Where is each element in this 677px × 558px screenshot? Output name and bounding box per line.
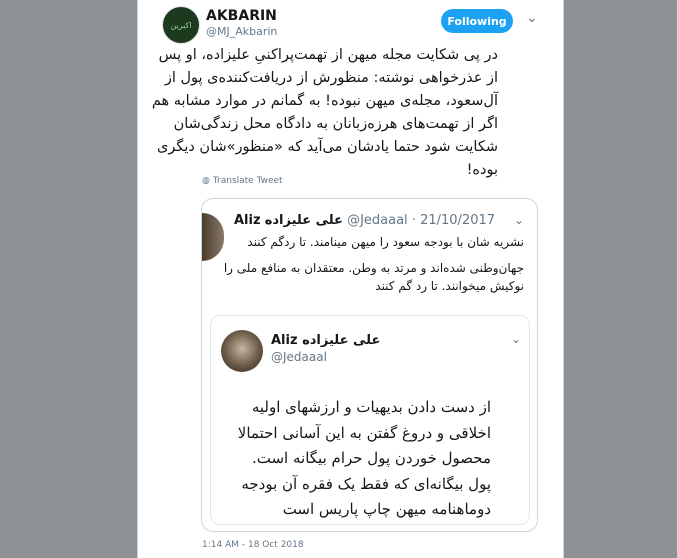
background-right bbox=[564, 0, 677, 558]
avatar[interactable]: اکبرین bbox=[162, 6, 200, 44]
quoted-tweet[interactable]: Aliz علی علیزاده @Jedaaal · 21/10/2017 ⌄… bbox=[201, 198, 538, 532]
author-name[interactable]: AKBARIN bbox=[206, 8, 277, 24]
tweet-text: در پی شکایت مجله میهن از تهمت‌پراکنیِ عل… bbox=[151, 47, 498, 178]
quoted-header: Aliz علی علیزاده @Jedaaal · 21/10/2017 bbox=[234, 213, 496, 228]
quoted-handle: @Jedaaal bbox=[347, 213, 408, 228]
author-handle[interactable]: @MJ_Akbarin bbox=[206, 25, 277, 38]
tweet-card: اکبرین AKBARIN @MJ_Akbarin Following ⌄ د… bbox=[137, 0, 564, 558]
tweet-timestamp[interactable]: 1:14 AM - 18 Oct 2018 bbox=[202, 540, 304, 550]
quoted-name-latin: Aliz bbox=[234, 213, 261, 228]
inner-quoted-tweet[interactable]: Aliz علی علیزاده @Jedaaal ⌄ از دست دادن … bbox=[210, 315, 530, 525]
quoted-avatar[interactable] bbox=[202, 213, 224, 261]
quoted-text: نشریه شان با بودجه سعود را میهن مینامند.… bbox=[222, 233, 524, 295]
chevron-down-icon[interactable]: ⌄ bbox=[511, 332, 521, 346]
background-left bbox=[0, 0, 137, 558]
translate-tweet-link[interactable]: ◍ Translate Tweet bbox=[202, 176, 283, 186]
quoted-line-2: جهان‌وطنی شده‌اند و مرتد به وطن. معتقدان… bbox=[223, 261, 524, 293]
inner-name-latin: Aliz bbox=[271, 333, 298, 348]
globe-icon: ◍ bbox=[202, 176, 210, 186]
chevron-down-icon[interactable]: ⌄ bbox=[514, 213, 524, 227]
quoted-name-fa: علی علیزاده bbox=[264, 213, 343, 228]
chevron-down-icon[interactable]: ⌄ bbox=[526, 10, 538, 26]
inner-text: از دست دادن بدیهیات و ارزشهای اولیه اخلا… bbox=[237, 398, 491, 518]
inner-avatar[interactable] bbox=[221, 330, 263, 372]
avatar-logo-text: اکبرین bbox=[170, 20, 192, 30]
inner-name-fa: علی علیزاده bbox=[302, 333, 381, 348]
inner-handle: @Jedaaal bbox=[271, 350, 327, 364]
quoted-line-1: نشریه شان با بودجه سعود را میهن مینامند.… bbox=[247, 235, 524, 249]
following-button[interactable]: Following bbox=[441, 9, 513, 33]
inner-name: Aliz علی علیزاده bbox=[271, 333, 380, 348]
quoted-date: 21/10/2017 bbox=[420, 213, 496, 228]
translate-label: Translate Tweet bbox=[212, 176, 283, 186]
